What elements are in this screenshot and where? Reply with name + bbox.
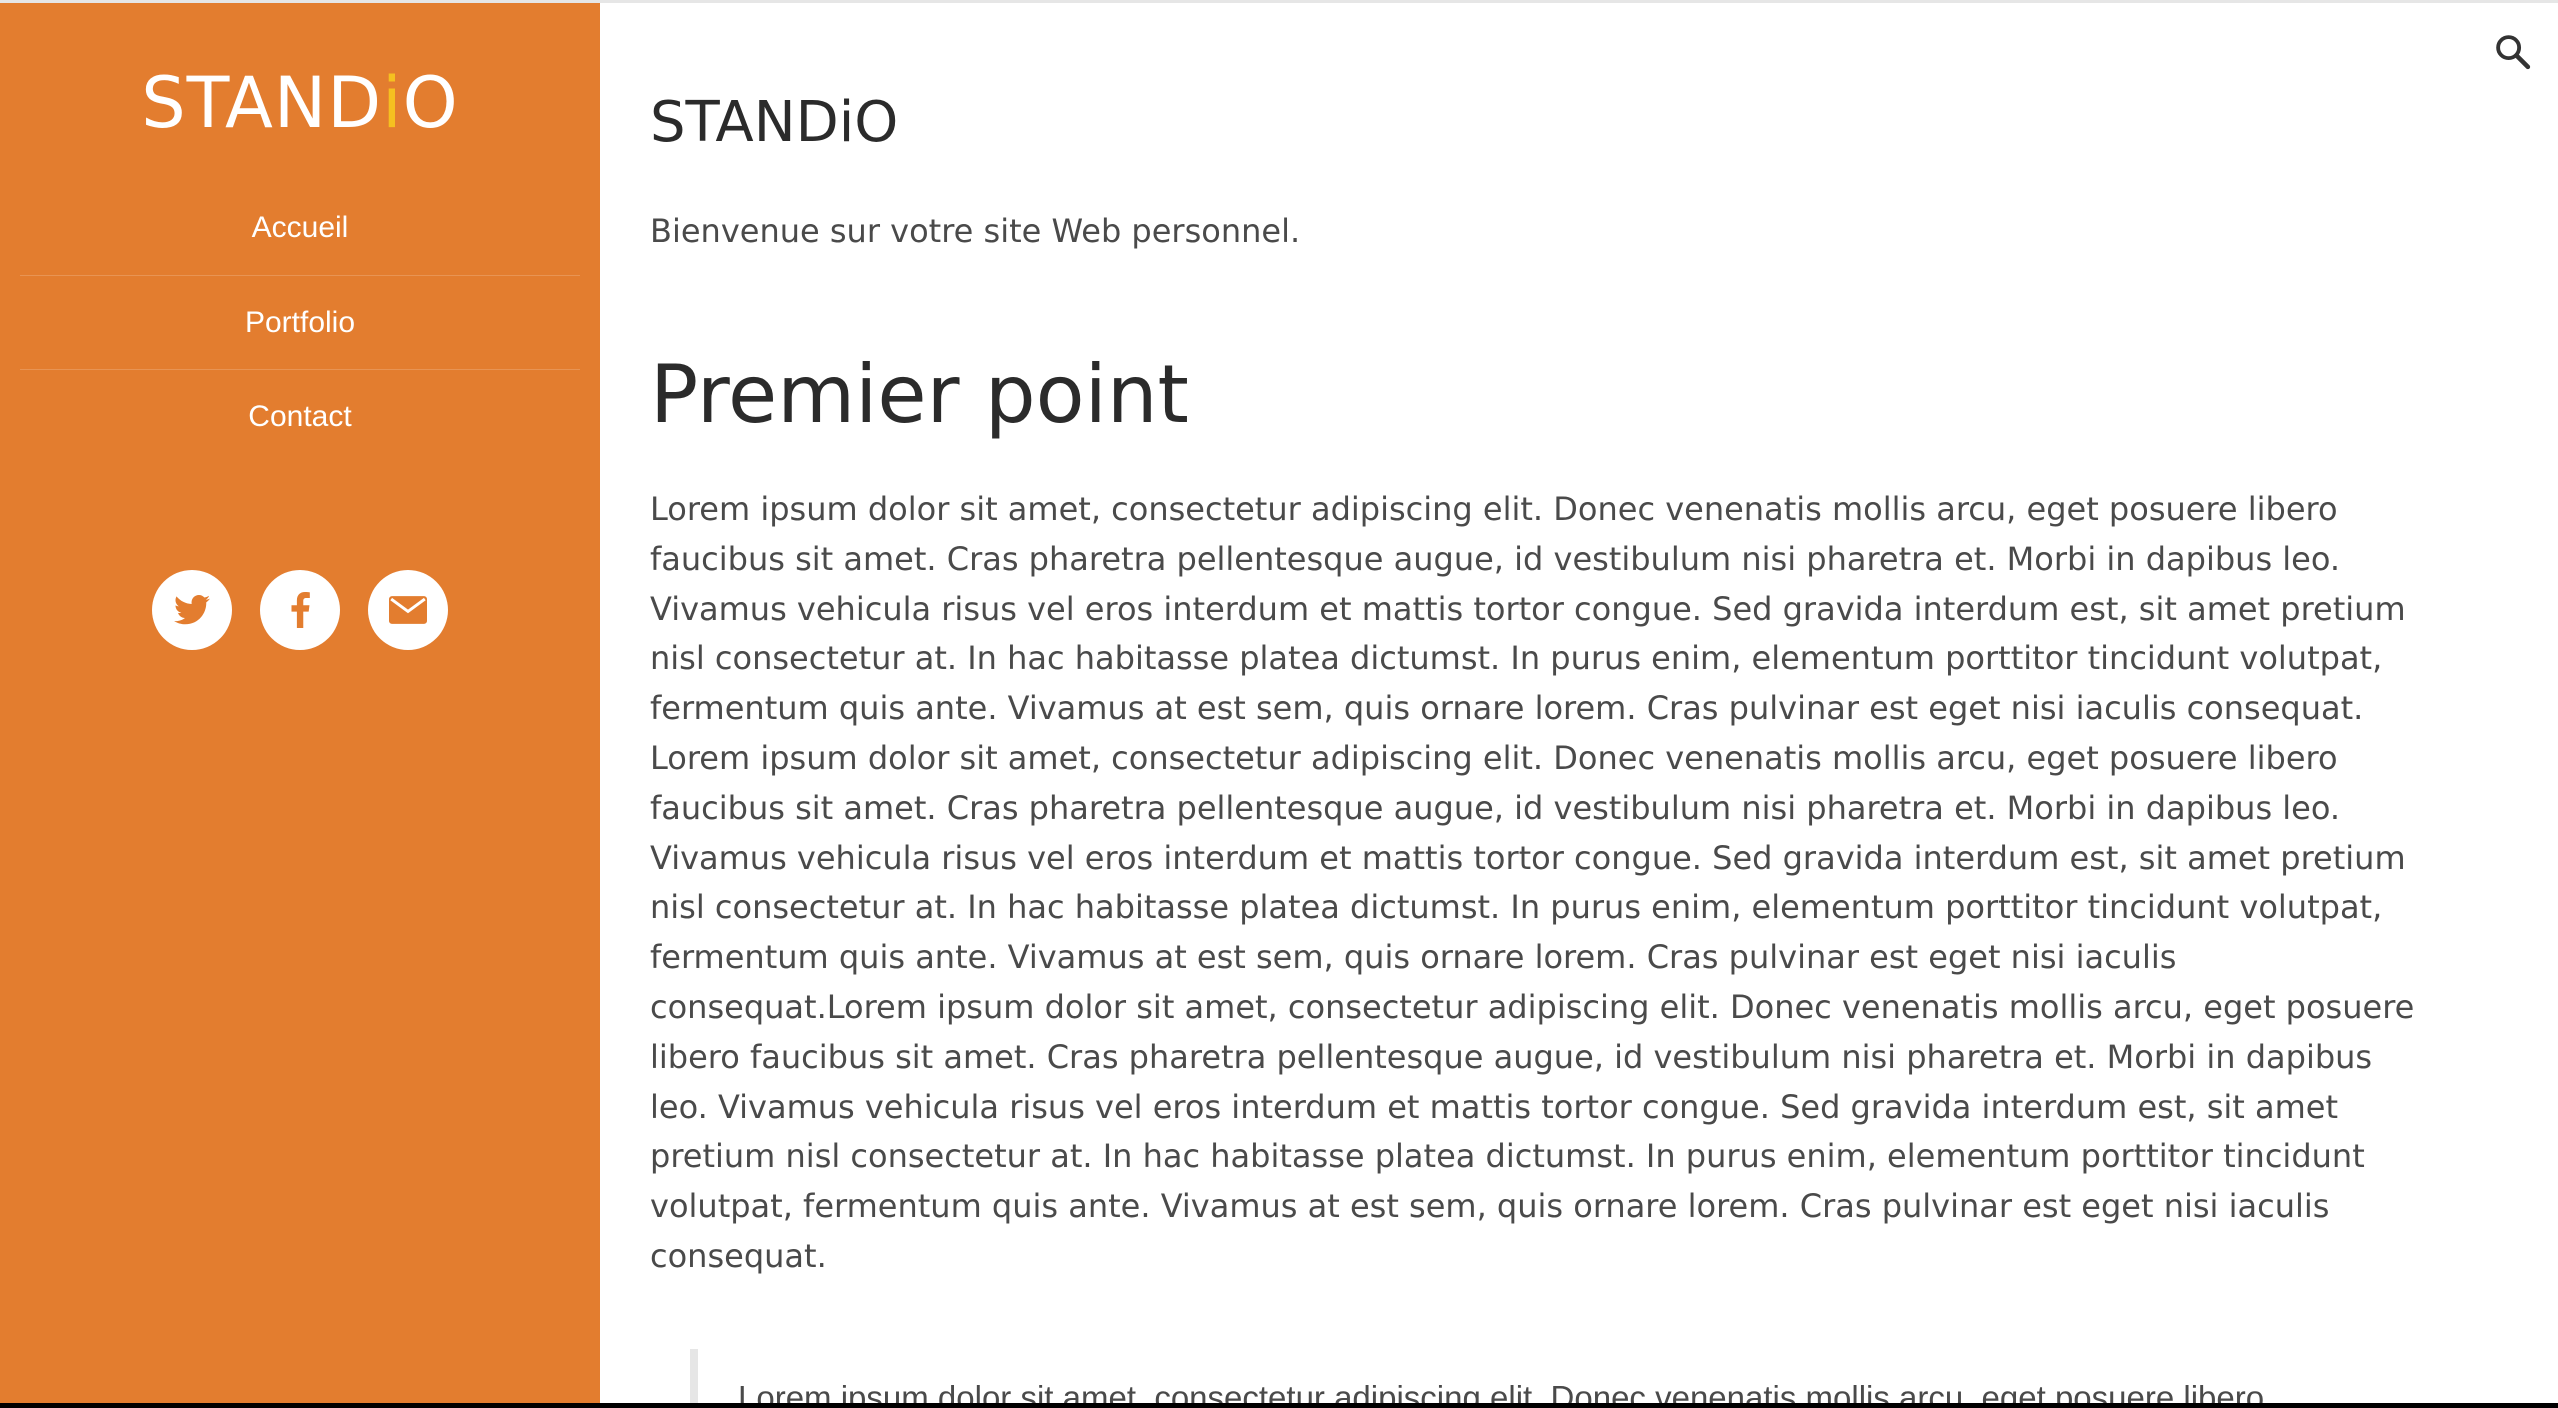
email-button[interactable] [368, 570, 448, 650]
search-icon [2496, 35, 2531, 70]
twitter-icon [174, 595, 210, 625]
main-content: STANDiO Bienvenue sur votre site Web per… [600, 3, 2558, 1408]
mail-icon [389, 596, 427, 624]
site-subtitle: Bienvenue sur votre site Web personnel. [650, 212, 1301, 250]
twitter-button[interactable] [152, 570, 232, 650]
nav-item-portfolio[interactable]: Portfolio [20, 275, 580, 369]
section-heading: Premier point [650, 348, 1189, 441]
blockquote-text: Lorem ipsum dolor sit amet, consectetur … [738, 1379, 2265, 1408]
logo-text-accent: i [382, 62, 403, 144]
bottom-edge-bar [0, 1403, 2558, 1408]
logo-text-suffix: O [402, 62, 459, 144]
site-logo[interactable]: STANDiO [0, 61, 600, 145]
sidebar-nav: Accueil Portfolio Contact [20, 181, 580, 463]
logo-text-prefix: STAND [141, 62, 383, 144]
facebook-icon [291, 592, 310, 628]
social-links [0, 570, 600, 650]
search-button[interactable] [2492, 31, 2534, 73]
site-title: STANDiO [650, 90, 899, 155]
nav-item-accueil[interactable]: Accueil [20, 181, 580, 275]
blockquote: Lorem ipsum dolor sit amet, consectetur … [690, 1349, 2480, 1408]
sidebar: STANDiO Accueil Portfolio Contact [0, 3, 600, 1403]
nav-item-contact[interactable]: Contact [20, 369, 580, 463]
page: STANDiO Accueil Portfolio Contact STANDi… [0, 0, 2558, 1408]
body-paragraph: Lorem ipsum dolor sit amet, consectetur … [650, 490, 2415, 1275]
facebook-button[interactable] [260, 570, 340, 650]
